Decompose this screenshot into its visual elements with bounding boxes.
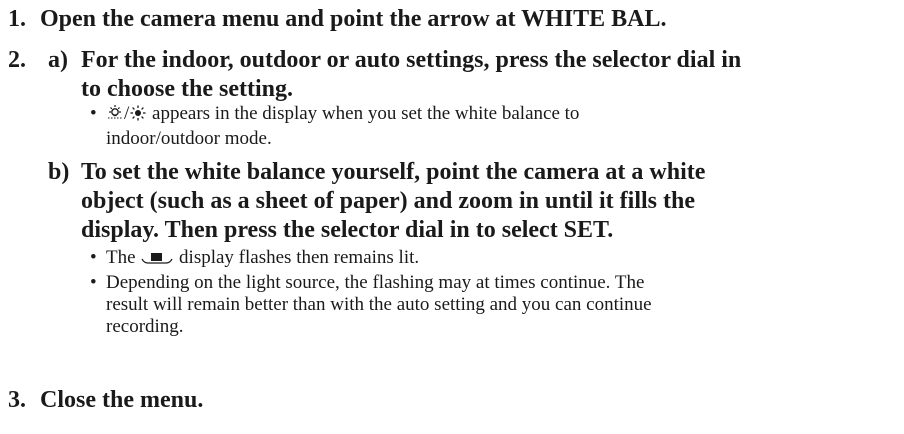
manual-page: 1. Open the camera menu and point the ar… bbox=[0, 0, 904, 434]
step-1-number: 1. bbox=[8, 6, 26, 32]
step-2b-bullet-1: • The display flashes then remains lit. bbox=[90, 247, 652, 272]
step-3-number: 3. bbox=[8, 387, 26, 413]
step-2a-letter: a) bbox=[48, 47, 68, 73]
indoor-bulb-icon bbox=[106, 104, 124, 128]
step-2b-line-2: object (such as a sheet of paper) and zo… bbox=[81, 188, 695, 214]
step-1-text: Open the camera menu and point the arrow… bbox=[40, 6, 667, 32]
step-2b-bullet-2-line-2: result will remain better than with the … bbox=[106, 294, 652, 315]
bullet-dot: • bbox=[90, 247, 97, 268]
bullet-dot: • bbox=[90, 272, 97, 293]
step-2b-bullets: • The display flashes then remains lit. … bbox=[90, 247, 652, 338]
step-2b-bullet-2-line-3: recording. bbox=[106, 316, 184, 337]
step-2b-bullet-2-line-1: Depending on the light source, the flash… bbox=[106, 272, 645, 293]
step-2b-text: To set the white balance yourself, point… bbox=[81, 158, 705, 245]
step-2b-bullet-1-line: The display flashes then remains lit. bbox=[106, 247, 652, 272]
step-2a-bullets: • / appears in the display when you set … bbox=[90, 103, 579, 150]
step-3-text: Close the menu. bbox=[40, 387, 204, 413]
step-2a-bullet-line-1: / appears in the display when you set th… bbox=[106, 103, 579, 128]
step-2b-bullet-1-after: display flashes then remains lit. bbox=[174, 247, 420, 268]
step-2a-text: For the indoor, outdoor or auto settings… bbox=[81, 46, 741, 104]
bullet-dot: • bbox=[90, 103, 97, 124]
step-2b-line-1: To set the white balance yourself, point… bbox=[81, 159, 706, 185]
step-2a-line-2: to choose the setting. bbox=[81, 76, 293, 102]
outdoor-sun-icon bbox=[129, 104, 147, 128]
step-2-number: 2. bbox=[8, 47, 26, 73]
step-2a-bullet-text-1: appears in the display when you set the … bbox=[147, 103, 580, 124]
step-2b-bullet-2: • Depending on the light source, the fla… bbox=[90, 272, 652, 338]
step-2a-line-1: For the indoor, outdoor or auto settings… bbox=[81, 47, 742, 73]
white-balance-set-icon bbox=[140, 250, 174, 272]
step-2b-line-3: display. Then press the selector dial in… bbox=[81, 217, 614, 243]
step-2a-bullet-line-2: indoor/outdoor mode. bbox=[106, 128, 272, 149]
step-2b-letter: b) bbox=[48, 159, 70, 185]
step-2b-bullet-1-before: The bbox=[106, 247, 141, 268]
step-2a-bullet: • / appears in the display when you set … bbox=[90, 103, 579, 150]
